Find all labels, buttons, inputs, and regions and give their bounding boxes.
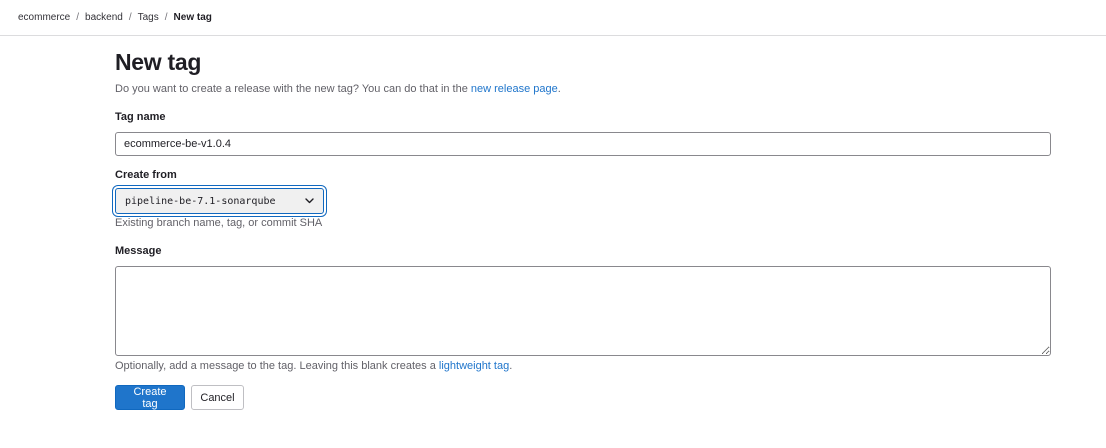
create-from-dropdown[interactable]: pipeline-be-7.1-sonarqube bbox=[115, 188, 324, 214]
breadcrumb: ecommerce / backend / Tags / New tag bbox=[18, 12, 212, 23]
breadcrumb-separator: / bbox=[76, 12, 80, 23]
message-label: Message bbox=[115, 245, 162, 257]
cancel-button[interactable]: Cancel bbox=[191, 385, 244, 410]
breadcrumb-separator: / bbox=[128, 12, 132, 23]
lightweight-tag-link[interactable]: lightweight tag bbox=[439, 360, 509, 372]
create-from-label: Create from bbox=[115, 169, 177, 181]
breadcrumb-current: New tag bbox=[173, 12, 212, 23]
breadcrumb-ecommerce[interactable]: ecommerce bbox=[18, 12, 70, 23]
tag-name-label: Tag name bbox=[115, 111, 166, 123]
message-textarea[interactable] bbox=[115, 266, 1051, 356]
breadcrumb-backend[interactable]: backend bbox=[85, 12, 123, 23]
create-from-help: Existing branch name, tag, or commit SHA bbox=[115, 217, 323, 229]
create-tag-button[interactable]: Create tag bbox=[115, 385, 185, 410]
message-help-body: Optionally, add a message to the tag. Le… bbox=[115, 360, 439, 372]
chevron-down-icon bbox=[304, 196, 314, 206]
message-help-end: . bbox=[509, 360, 513, 372]
top-bar: ecommerce / backend / Tags / New tag bbox=[0, 0, 1106, 36]
create-from-value: pipeline-be-7.1-sonarqube bbox=[125, 195, 276, 207]
tag-name-input[interactable] bbox=[115, 132, 1051, 156]
new-release-page-link[interactable]: new release page bbox=[471, 83, 558, 95]
intro-text-end: . bbox=[557, 83, 561, 95]
breadcrumb-tags[interactable]: Tags bbox=[138, 12, 159, 23]
intro-text: Do you want to create a release with the… bbox=[115, 83, 561, 95]
message-help: Optionally, add a message to the tag. Le… bbox=[115, 360, 512, 372]
page-title: New tag bbox=[115, 49, 202, 75]
intro-text-body: Do you want to create a release with the… bbox=[115, 83, 471, 95]
breadcrumb-separator: / bbox=[164, 12, 168, 23]
